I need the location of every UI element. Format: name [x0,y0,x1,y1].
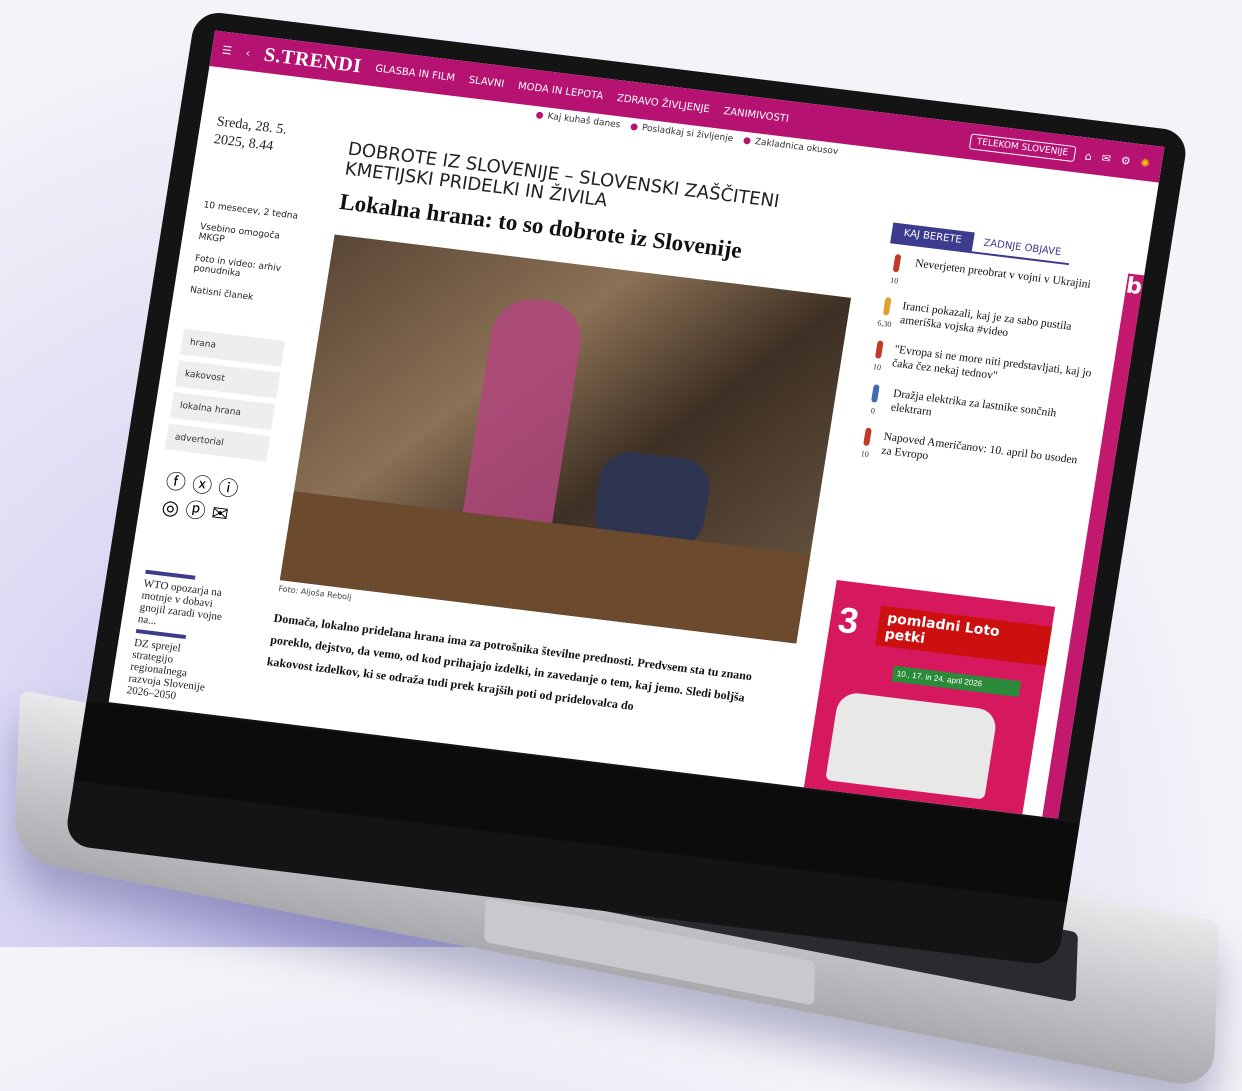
laptop-screen: ☰ ‹ S.TRENDI GLASBA IN FILM SLAVNI MODA … [63,10,1190,967]
gear-icon[interactable]: ⚙ [1120,153,1132,167]
article-date: Sreda, 28. 5. 2025, 8.44 [212,114,288,155]
nav-glasba[interactable]: GLASBA IN FILM [374,63,455,84]
facebook-icon[interactable]: ⓕ [164,469,188,495]
thermometer-icon: 10 [883,253,908,289]
ad-title: pomladni Loto petki [875,605,1053,667]
share-icons: ⓕ ⓧ ⓘ ◎ ⓟ ✉ [160,468,248,529]
thermometer-icon: 10 [869,340,887,375]
nav-zanimivosti[interactable]: ZANIMIVOSTI [723,106,790,125]
thermometer-icon: 10 [856,427,877,463]
loto-ad[interactable]: 3 pomladni Loto petki 10., 17. in 24. ap… [803,580,1056,815]
site-logo[interactable]: S.TRENDI [262,43,363,78]
top-right-tools: TELEKOM SLOVENIJE ⌂ ✉ ⚙ ✺ [968,133,1163,172]
sun-icon[interactable]: ✺ [1140,156,1151,170]
tag-advertorial[interactable]: advertorial [164,423,271,462]
related-articles: WTO opozarja na motnje v dobavi gnojil z… [126,566,236,707]
tag-hrana[interactable]: hrana [179,328,286,367]
ad-van-image [825,691,999,800]
photo-credit: Foto in video: arhiv ponudnika [192,253,282,280]
tag-kakovost[interactable]: kakovost [174,360,281,399]
messenger-icon[interactable]: ◎ [160,494,181,520]
website: ☰ ‹ S.TRENDI GLASBA IN FILM SLAVNI MODA … [108,30,1165,819]
trending-sidebar: KAJ BERETE ZADNJE OBJAVE 10 Neverjeten p… [856,222,1112,487]
print-link[interactable]: Natisni članek [189,285,290,307]
related-item[interactable]: WTO opozarja na motnje v dobavi gnojil z… [137,578,234,636]
tag-list: hrana kakovost lokalna hrana advertorial [164,328,286,468]
sponsor-note: Vsebino omogoča MKGP [197,222,281,245]
article-meta: 10 mesecev, 2 tedna Vsebino omogoča MKGP… [187,200,303,319]
mail-icon[interactable]: ✉ [1101,151,1112,165]
tab-zadnje-objave[interactable]: ZADNJE OBJAVE [971,232,1073,266]
telekom-link[interactable]: TELEKOM SLOVENIJE [968,133,1077,163]
ad-number: 3 [835,598,862,642]
x-icon[interactable]: ⓧ [190,472,214,498]
tag-lokalna[interactable]: lokalna hrana [169,391,276,431]
photo-woman [461,294,587,533]
related-item[interactable]: DZ sprejel strategijo regionalnega razvo… [126,637,225,707]
ad-dates: 10., 17. in 24. april 2026 [891,665,1022,698]
pinterest-icon[interactable]: ⓟ [184,497,208,523]
linkedin-icon[interactable]: ⓘ [216,475,240,501]
thermometer-icon: 6,30 [876,297,895,332]
nav-moda[interactable]: MODA IN LEPOTA [517,80,604,101]
email-icon[interactable]: ✉ [210,501,230,527]
menu-icon[interactable]: ☰ [221,43,233,57]
back-icon[interactable]: ‹ [245,46,251,59]
article-photo [279,234,852,644]
article-age: 10 mesecev, 2 tedna [202,200,299,222]
thermometer-icon: 0 [863,383,887,419]
nav-zdravo[interactable]: ZDRAVO ŽIVLJENJE [616,93,710,115]
tab-kaj-berete[interactable]: KAJ BERETE [890,222,976,254]
nav-slavni[interactable]: SLAVNI [468,74,505,89]
lock-icon[interactable]: ⌂ [1084,149,1093,163]
